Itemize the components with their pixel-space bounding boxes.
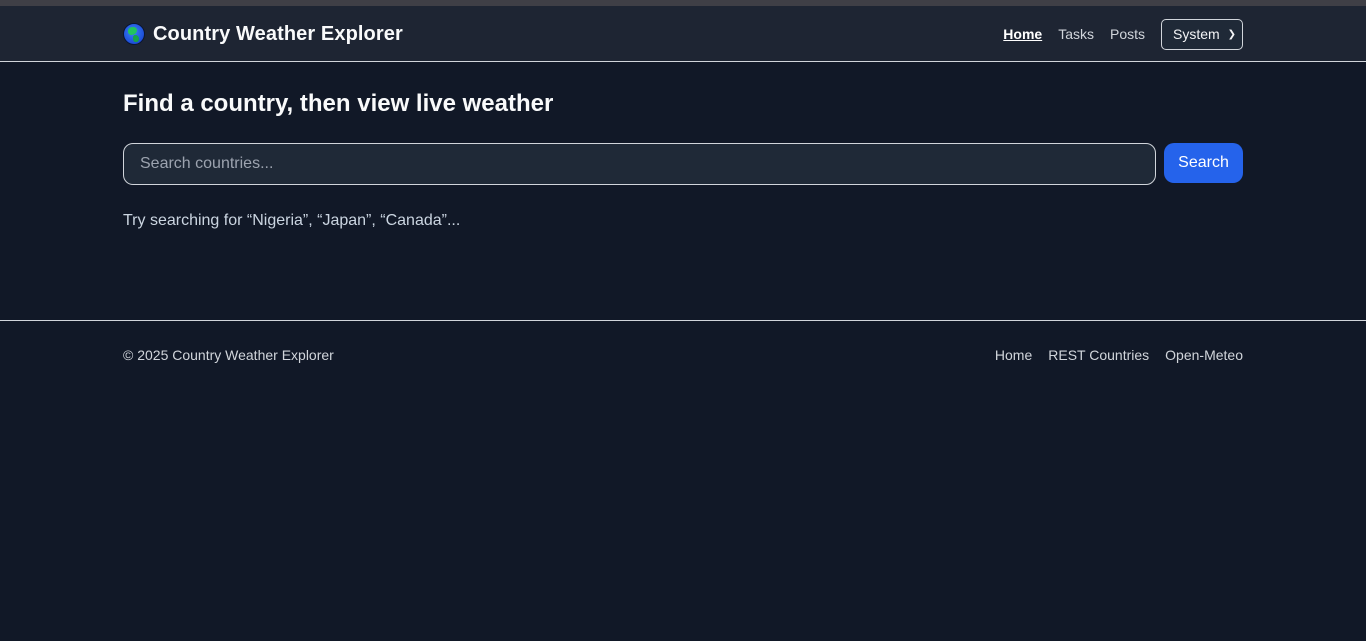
- chevron-down-icon: ❯: [1227, 28, 1236, 40]
- search-row: Search: [123, 143, 1243, 185]
- theme-select[interactable]: System ❯: [1161, 18, 1243, 50]
- search-input[interactable]: [123, 143, 1156, 185]
- navbar: Country Weather Explorer Home Tasks Post…: [0, 6, 1366, 62]
- footer-links: Home REST Countries Open-Meteo: [995, 347, 1243, 363]
- footer: © 2025 Country Weather Explorer Home RES…: [0, 320, 1366, 390]
- main-nav: Home Tasks Posts System ❯: [1003, 6, 1243, 62]
- main-content: Find a country, then view live weather S…: [123, 62, 1243, 320]
- footer-link-open-meteo[interactable]: Open-Meteo: [1165, 347, 1243, 363]
- copyright-text: © 2025 Country Weather Explorer: [123, 347, 334, 363]
- footer-link-rest-countries[interactable]: REST Countries: [1048, 347, 1149, 363]
- theme-select-value: System: [1173, 26, 1220, 42]
- search-hint: Try searching for “Nigeria”, “Japan”, “C…: [123, 212, 461, 229]
- globe-icon: [123, 23, 145, 45]
- app-title: Country Weather Explorer: [153, 22, 403, 45]
- footer-link-home[interactable]: Home: [995, 347, 1032, 363]
- search-button[interactable]: Search: [1164, 143, 1243, 183]
- nav-link-posts[interactable]: Posts: [1110, 26, 1145, 42]
- nav-link-home[interactable]: Home: [1003, 26, 1042, 42]
- nav-link-tasks[interactable]: Tasks: [1058, 26, 1094, 42]
- page-title: Find a country, then view live weather: [123, 90, 554, 117]
- brand[interactable]: Country Weather Explorer: [123, 6, 403, 62]
